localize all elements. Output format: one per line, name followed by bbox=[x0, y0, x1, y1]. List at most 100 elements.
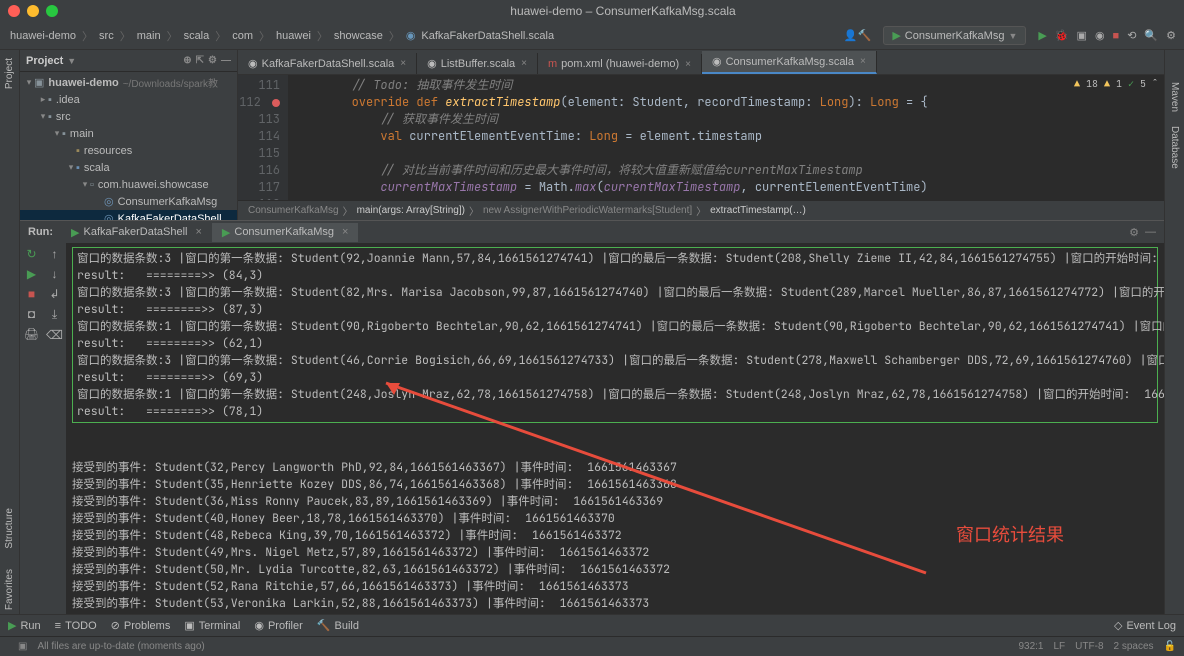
encoding[interactable]: UTF-8 bbox=[1075, 641, 1103, 652]
inspection-widget[interactable]: ▲18 ▲1 ✓5 ˆ bbox=[1074, 77, 1158, 90]
run-config-name: ConsumerKafkaMsg bbox=[905, 30, 1005, 42]
close-icon[interactable]: × bbox=[521, 58, 527, 69]
vcs-update-icon[interactable]: ⟲ bbox=[1127, 29, 1136, 42]
status-message: All files are up-to-date (moments ago) bbox=[37, 641, 204, 652]
close-icon[interactable]: × bbox=[685, 59, 691, 70]
profiler-tool-button[interactable]: ◉Profiler bbox=[254, 619, 302, 632]
weak-warning-icon: ▲ bbox=[1104, 77, 1110, 90]
toolbar-actions: ▶ 🐞 ▣ ◉ ■ ⟲ 🔍 ⚙ bbox=[1032, 29, 1176, 42]
down-icon[interactable]: ↓ bbox=[52, 267, 58, 281]
console-output[interactable]: 窗口的数据条数:3 |窗口的第一条数据: Student(92,Joannie … bbox=[66, 243, 1164, 614]
print-icon[interactable]: 🖨 bbox=[24, 327, 39, 341]
todo-tool-button[interactable]: ≡TODO bbox=[55, 620, 97, 632]
run-label: Run: bbox=[28, 226, 53, 238]
gear-icon[interactable]: ⚙ bbox=[1129, 226, 1139, 239]
run-toolbar: ↻ ▶ ■ ◘ 🖨 ↑ ↓ ↲ ⤓ ⌫ bbox=[20, 243, 66, 614]
run-button[interactable]: ▶ bbox=[1038, 29, 1046, 42]
minimize-window[interactable] bbox=[27, 5, 39, 17]
search-icon[interactable]: 🔍 bbox=[1144, 29, 1158, 42]
editor-tab[interactable]: ◉KafkaFakerDataShell.scala× bbox=[238, 53, 417, 74]
scroll-icon[interactable]: ⤓ bbox=[52, 307, 57, 322]
traffic-lights bbox=[8, 5, 58, 17]
favorites-tool-button[interactable]: Favorites bbox=[4, 565, 15, 614]
run-tab[interactable]: ▶ConsumerKafkaMsg× bbox=[212, 223, 359, 242]
maven-tool-button[interactable]: Maven bbox=[1169, 80, 1180, 114]
hide-icon[interactable]: — bbox=[221, 55, 231, 66]
run-tab[interactable]: ▶KafkaFakerDataShell× bbox=[61, 223, 212, 242]
event-log-button[interactable]: ◇Event Log bbox=[1114, 619, 1176, 632]
typo-icon: ✓ bbox=[1128, 77, 1134, 90]
project-tool-button[interactable]: Project bbox=[4, 54, 15, 93]
run-panel: Run: ▶KafkaFakerDataShell× ▶ConsumerKafk… bbox=[20, 220, 1164, 614]
editor-breadcrumbs[interactable]: ConsumerKafkaMsg〉 main(args: Array[Strin… bbox=[238, 200, 1164, 220]
stop-button[interactable]: ■ bbox=[1113, 30, 1120, 42]
breadcrumb-item[interactable]: com bbox=[230, 28, 255, 44]
maximize-window[interactable] bbox=[46, 5, 58, 17]
rerun-icon[interactable]: ↻ bbox=[26, 247, 36, 261]
gutter[interactable]: 111112 113114115116117118 bbox=[238, 75, 288, 200]
run-config-selector[interactable]: ▶ ConsumerKafkaMsg ▼ bbox=[883, 26, 1026, 45]
gear-icon[interactable]: ⚙ bbox=[208, 55, 217, 66]
breadcrumb-item[interactable]: huawei bbox=[274, 28, 313, 44]
run-tool-button[interactable]: ▶Run bbox=[8, 619, 41, 632]
attach-icon[interactable]: ◘ bbox=[28, 307, 35, 321]
project-panel-title: Project bbox=[26, 55, 63, 67]
editor-tab[interactable]: ◉ConsumerKafkaMsg.scala× bbox=[702, 51, 877, 74]
code-area[interactable]: // Todo: 抽取事件发生时间 override def extractTi… bbox=[288, 75, 1164, 200]
breadcrumb-item[interactable]: huawei-demo bbox=[8, 28, 78, 44]
chevron-icon: ˆ bbox=[1152, 77, 1158, 90]
build-icon[interactable]: 🔨 bbox=[858, 29, 872, 42]
bottom-tool-bar: ▶Run ≡TODO ⊘Problems ▣Terminal ◉Profiler… bbox=[0, 614, 1184, 636]
editor-body[interactable]: 111112 113114115116117118 // Todo: 抽取事件发… bbox=[238, 75, 1164, 200]
debug-button[interactable]: 🐞 bbox=[1055, 29, 1069, 42]
editor-tabs: ◉KafkaFakerDataShell.scala× ◉ListBuffer.… bbox=[238, 50, 1164, 75]
up-icon[interactable]: ↑ bbox=[52, 247, 58, 261]
warning-icon: ▲ bbox=[1074, 77, 1080, 90]
line-separator[interactable]: LF bbox=[1054, 641, 1066, 652]
coverage-button[interactable]: ▣ bbox=[1077, 29, 1087, 42]
project-panel-header: Project ▼ ⊕ ⇱ ⚙ — bbox=[20, 50, 237, 72]
build-tool-button[interactable]: 🔨Build bbox=[317, 619, 359, 632]
breadcrumb-item[interactable]: main bbox=[135, 28, 163, 44]
project-tree[interactable]: ▾▣huawei-demo~/Downloads/spark教 ▸▪.idea … bbox=[20, 72, 237, 220]
expand-all-icon[interactable]: ⇱ bbox=[196, 55, 204, 66]
run-icon[interactable]: ▶ bbox=[27, 267, 36, 281]
editor-tab[interactable]: mpom.xml (huawei-demo)× bbox=[538, 54, 702, 74]
breadcrumb-item[interactable]: showcase bbox=[332, 28, 385, 44]
settings-icon[interactable]: ⚙ bbox=[1166, 29, 1176, 42]
titlebar: huawei-demo – ConsumerKafkaMsg.scala bbox=[0, 0, 1184, 22]
profile-button[interactable]: ◉ bbox=[1095, 29, 1105, 42]
hide-icon[interactable]: — bbox=[1145, 226, 1156, 238]
close-icon[interactable]: × bbox=[400, 58, 406, 69]
database-tool-button[interactable]: Database bbox=[1169, 124, 1180, 171]
close-window[interactable] bbox=[8, 5, 20, 17]
goto-line[interactable]: 932:1 bbox=[1018, 641, 1043, 652]
right-tool-strip: Maven Database bbox=[1164, 50, 1184, 614]
editor-tab[interactable]: ◉ListBuffer.scala× bbox=[417, 53, 538, 74]
run-panel-header: Run: ▶KafkaFakerDataShell× ▶ConsumerKafk… bbox=[20, 221, 1164, 243]
breadcrumb-item[interactable]: scala bbox=[182, 28, 212, 44]
scala-file-icon: ◉ bbox=[404, 27, 418, 44]
status-bar: ▣ All files are up-to-date (moments ago)… bbox=[0, 636, 1184, 656]
breadcrumb[interactable]: huawei-demo〉 src〉 main〉 scala〉 com〉 huaw… bbox=[8, 26, 844, 46]
left-tool-strip: Project Structure Favorites bbox=[0, 50, 20, 614]
wrap-icon[interactable]: ↲ bbox=[49, 287, 59, 301]
editor: ◉KafkaFakerDataShell.scala× ◉ListBuffer.… bbox=[238, 50, 1164, 220]
project-panel: Project ▼ ⊕ ⇱ ⚙ — ▾▣huawei-demo~/Downloa… bbox=[20, 50, 238, 220]
tool-window-icon[interactable]: ▣ bbox=[18, 641, 27, 652]
run-icon: ▶ bbox=[892, 29, 900, 42]
terminal-tool-button[interactable]: ▣Terminal bbox=[184, 619, 240, 632]
breadcrumb-file[interactable]: KafkaFakerDataShell.scala bbox=[419, 28, 556, 44]
close-icon[interactable]: × bbox=[860, 56, 866, 67]
problems-tool-button[interactable]: ⊘Problems bbox=[111, 619, 171, 632]
indent[interactable]: 2 spaces bbox=[1114, 641, 1154, 652]
stop-icon[interactable]: ■ bbox=[28, 287, 35, 301]
select-opened-icon[interactable]: ⊕ bbox=[183, 55, 191, 66]
chevron-down-icon: ▼ bbox=[1008, 31, 1017, 41]
structure-tool-button[interactable]: Structure bbox=[4, 504, 15, 553]
toolbar: huawei-demo〉 src〉 main〉 scala〉 com〉 huaw… bbox=[0, 22, 1184, 50]
clear-icon[interactable]: ⌫ bbox=[46, 328, 63, 342]
readonly-icon[interactable]: 🔓 bbox=[1164, 641, 1176, 652]
user-icon[interactable]: 👤 bbox=[844, 29, 858, 42]
breadcrumb-item[interactable]: src bbox=[97, 28, 116, 44]
